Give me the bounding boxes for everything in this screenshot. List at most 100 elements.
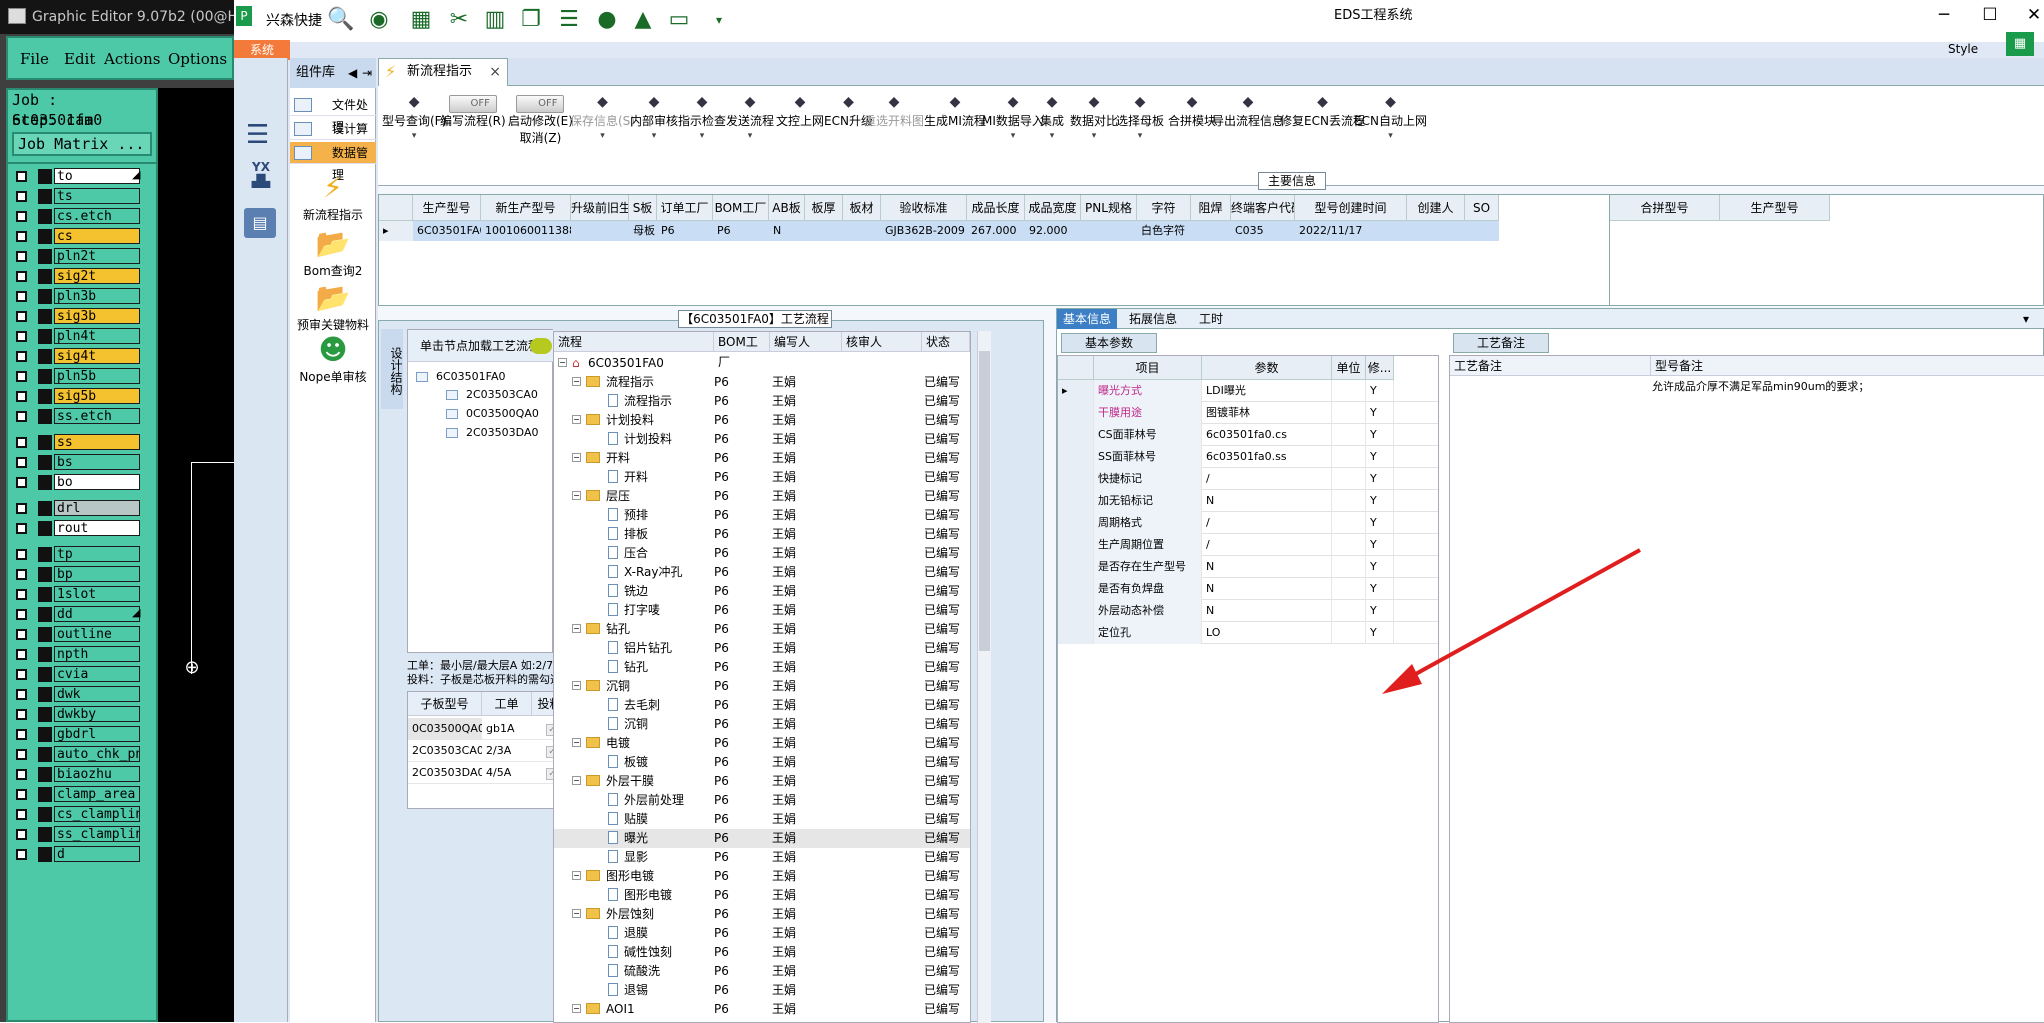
param-unit-cell[interactable] xyxy=(1332,556,1366,578)
row-selector[interactable] xyxy=(1058,446,1094,468)
collapse-icon[interactable]: − xyxy=(572,491,581,500)
param-value-cell[interactable]: 图镀菲林 xyxy=(1202,402,1332,424)
collapse-icon[interactable]: − xyxy=(572,1004,581,1013)
ribbon-button[interactable]: ◆ 型号查询(F) ▾ xyxy=(382,94,446,141)
layer-name[interactable]: auto_chk_pn xyxy=(54,746,140,762)
layer-checkbox[interactable] xyxy=(16,411,27,422)
layer-row[interactable]: bs xyxy=(14,452,156,472)
layer-name[interactable]: to xyxy=(54,168,140,184)
maximize-button[interactable]: ☐ xyxy=(1970,2,2010,28)
ribbon-button[interactable]: ◆ 指示检查 ▾ xyxy=(678,94,726,141)
ribbon-button[interactable]: ◆ 重选开料图 xyxy=(864,94,924,129)
layer-name[interactable]: tp xyxy=(54,546,140,562)
column-header[interactable]: 阻焊 xyxy=(1191,195,1231,221)
process-row[interactable]: 碱性蚀刻 P6 王娟 已编写 xyxy=(554,943,970,962)
column-header[interactable]: 参数 xyxy=(1202,356,1332,380)
layer-checkbox[interactable] xyxy=(16,171,27,182)
collapse-icon[interactable]: − xyxy=(572,415,581,424)
process-row[interactable]: 图形电镀 P6 王娟 已编写 xyxy=(554,886,970,905)
layer-row[interactable]: ss_clampline xyxy=(14,824,156,844)
layer-checkbox[interactable] xyxy=(16,503,27,514)
tab-new-process[interactable]: ⚡ 新流程指示 × xyxy=(378,58,508,86)
layer-row[interactable]: tp xyxy=(14,544,156,564)
process-row[interactable]: − 沉铜 P6 王娟 已编写 xyxy=(554,677,970,696)
scissors-tool-icon[interactable]: ✂ xyxy=(444,6,474,34)
layer-name[interactable]: pln5b xyxy=(54,368,140,384)
column-header[interactable]: 成品宽度 xyxy=(1025,195,1081,221)
row-selector[interactable]: ▸ xyxy=(1058,380,1094,402)
process-row[interactable]: 排板 P6 王娟 已编写 xyxy=(554,525,970,544)
process-row[interactable]: − 钻孔 P6 王娟 已编写 xyxy=(554,620,970,639)
column-header[interactable]: 验收标准 xyxy=(881,195,967,221)
process-row[interactable]: − AOI1 P6 王娟 已编写 xyxy=(554,1000,970,1019)
process-row[interactable]: 铝片钻孔 P6 王娟 已编写 xyxy=(554,639,970,658)
ribbon-button[interactable]: ◆ 导出流程信息 xyxy=(1212,94,1284,129)
chart-tool-icon[interactable]: ▲ xyxy=(628,6,658,34)
toggle-switch[interactable]: OFF xyxy=(516,95,565,113)
layer-row[interactable]: pln3b xyxy=(14,286,156,306)
model-note-text[interactable]: 允许成品介厚不满足军品min90um的要求； xyxy=(1652,378,1869,394)
list-tool-icon[interactable]: ☰ xyxy=(554,6,584,34)
layer-checkbox[interactable] xyxy=(16,437,27,448)
ribbon-button[interactable]: ◆ 发送流程 ▾ xyxy=(726,94,774,141)
ribbon-button[interactable]: ◆ 合拼模块 xyxy=(1168,94,1216,129)
process-row[interactable]: 铣边 P6 王娟 已编写 xyxy=(554,582,970,601)
layer-checkbox[interactable] xyxy=(16,729,27,740)
row-selector[interactable] xyxy=(1058,424,1094,446)
chevron-down-icon[interactable]: ▾ xyxy=(570,131,635,141)
layer-row[interactable]: bp xyxy=(14,564,156,584)
layer-name[interactable]: pln3b xyxy=(54,288,140,304)
layer-checkbox[interactable] xyxy=(16,371,27,382)
collapse-icon[interactable]: − xyxy=(572,776,581,785)
ribbon-button[interactable]: OFF 启动修改(E) 取消(Z) xyxy=(508,94,573,146)
param-value-cell[interactable]: 6c03501fa0.cs xyxy=(1202,424,1332,446)
chevron-down-icon[interactable]: ▾ xyxy=(2017,309,2035,329)
layer-checkbox[interactable] xyxy=(16,549,27,560)
collapse-icon[interactable]: − xyxy=(572,738,581,747)
param-row[interactable]: SS面菲林号 6c03501fa0.ss Y xyxy=(1058,446,1438,468)
design-structure-tab[interactable]: 设计结构 xyxy=(381,329,403,409)
layer-name[interactable]: biaozhu xyxy=(54,766,140,782)
param-mod-cell[interactable]: Y xyxy=(1366,490,1394,512)
process-row[interactable]: 开料 P6 王娟 已编写 xyxy=(554,468,970,487)
grid-cell[interactable]: 267.000 xyxy=(967,221,1025,241)
param-value-cell[interactable]: / xyxy=(1202,512,1332,534)
layer-name[interactable]: d xyxy=(54,846,140,862)
ribbon-button[interactable]: ◆ 数据对比 ▾ xyxy=(1070,94,1118,141)
layer-row[interactable]: 1slot xyxy=(14,584,156,604)
chevron-down-icon[interactable]: ▾ xyxy=(382,131,446,141)
yx-module-icon[interactable]: YX ▟▙ xyxy=(244,160,278,194)
layer-row[interactable]: ss xyxy=(14,432,156,452)
row-selector[interactable] xyxy=(1058,578,1094,600)
tab-work-hours[interactable]: 工时 xyxy=(1193,309,1229,329)
column-header[interactable]: 生产型号 xyxy=(1720,195,1830,221)
grid-cell[interactable]: GJB362B-2009 xyxy=(881,221,967,241)
layer-checkbox[interactable] xyxy=(16,191,27,202)
basic-params-tab[interactable]: 基本参数 xyxy=(1061,333,1157,353)
process-row[interactable]: − 层压 P6 王娟 已编写 xyxy=(554,487,970,506)
calculator-icon[interactable]: ▤ xyxy=(244,208,276,238)
grid-cell[interactable]: 母板 xyxy=(629,221,657,241)
nav-design-algorithm[interactable]: 设计算法 xyxy=(290,118,376,158)
chat-bubble-icon[interactable] xyxy=(530,338,552,354)
nav-file-processing[interactable]: 文件处理 xyxy=(290,94,376,134)
process-row[interactable]: 预排 P6 王娟 已编写 xyxy=(554,506,970,525)
layer-row[interactable]: to ◢ xyxy=(14,166,156,186)
param-value-cell[interactable]: N xyxy=(1202,490,1332,512)
layer-name[interactable]: 1slot xyxy=(54,586,140,602)
layer-row[interactable]: clamp_area xyxy=(14,784,156,804)
tab-extended-info[interactable]: 拓展信息 xyxy=(1123,309,1183,329)
column-header[interactable]: 流程 xyxy=(554,332,714,352)
layer-checkbox[interactable] xyxy=(16,391,27,402)
param-unit-cell[interactable] xyxy=(1332,490,1366,512)
chevron-down-icon[interactable]: ▾ xyxy=(1070,131,1118,141)
nav-data-management[interactable]: 数据管理 xyxy=(290,142,376,182)
collapse-icon[interactable]: − xyxy=(572,624,581,633)
column-header[interactable]: BOM工厂 xyxy=(713,195,769,221)
tree-child-node[interactable]: 2C03503DA0 xyxy=(446,426,538,439)
chevron-down-icon[interactable]: ▾ xyxy=(678,131,726,141)
grid-cell[interactable]: P6 xyxy=(657,221,713,241)
ribbon-button[interactable]: OFF 编写流程(R) xyxy=(440,94,506,129)
column-header[interactable]: AB板 xyxy=(769,195,805,221)
nav-preaudit-material[interactable]: 📂 预审关键物料 xyxy=(290,280,376,333)
